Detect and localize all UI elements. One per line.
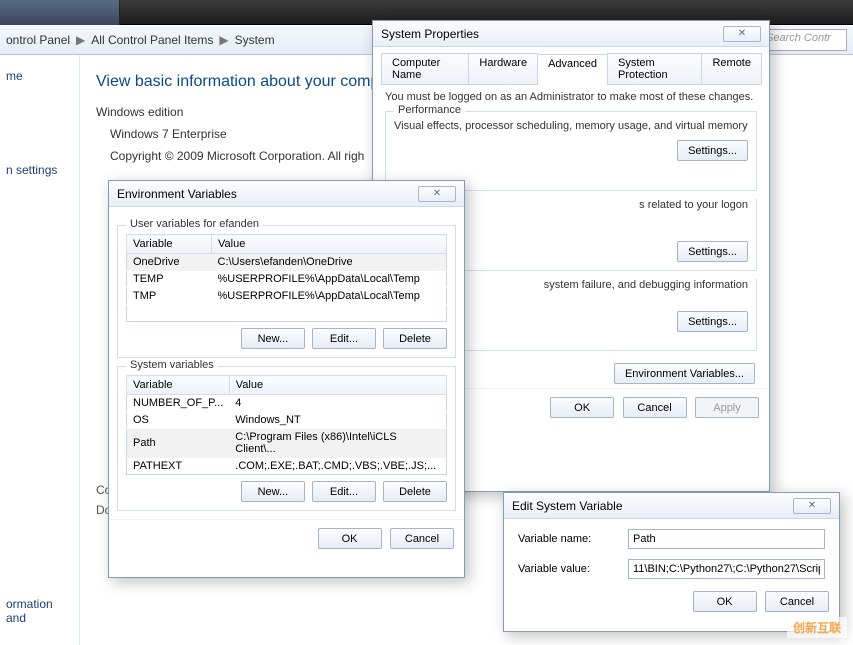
search-input[interactable]: Search Contr: [759, 29, 847, 51]
close-icon[interactable]: ✕: [418, 186, 456, 202]
titlebar[interactable]: Edit System Variable ✕: [504, 493, 839, 519]
table-row[interactable]: OSWindows_NT: [127, 412, 447, 429]
crumb-2: All Control Panel Items: [91, 33, 213, 47]
input-var-value[interactable]: [628, 559, 825, 579]
apply-button: Apply: [695, 397, 759, 418]
label-var-value: Variable value:: [518, 563, 628, 575]
titlebar[interactable]: System Properties ✕: [373, 21, 769, 47]
taskbar-tab[interactable]: [0, 0, 120, 25]
settings-button[interactable]: Settings...: [677, 140, 748, 161]
label-var-name: Variable name:: [518, 533, 628, 545]
edit-button[interactable]: Edit...: [312, 328, 376, 349]
crumb-1: ontrol Panel: [6, 33, 70, 47]
dialog-title: Edit System Variable: [512, 499, 623, 513]
settings-button[interactable]: Settings...: [677, 241, 748, 262]
tab-advanced[interactable]: Advanced: [537, 54, 608, 85]
table-row[interactable]: PathC:\Program Files (x86)\Intel\iCLS Cl…: [127, 429, 447, 458]
leftnav-item[interactable]: ormation and: [6, 597, 73, 625]
delete-button[interactable]: Delete: [383, 481, 447, 502]
ok-button[interactable]: OK: [550, 397, 614, 418]
titlebar[interactable]: Environment Variables ✕: [109, 181, 464, 207]
ok-button[interactable]: OK: [318, 528, 382, 549]
env-vars-button[interactable]: Environment Variables...: [614, 363, 755, 384]
delete-button[interactable]: Delete: [383, 328, 447, 349]
ok-button[interactable]: OK: [693, 591, 757, 612]
crumb-3: System: [235, 33, 275, 47]
left-nav: me n settings ormation and: [0, 55, 80, 645]
settings-button[interactable]: Settings...: [677, 311, 748, 332]
edit-button[interactable]: Edit...: [312, 481, 376, 502]
close-icon[interactable]: ✕: [793, 498, 831, 514]
leftnav-item[interactable]: me: [6, 69, 73, 83]
dialog-edit-system-variable: Edit System Variable ✕ Variable name: Va…: [503, 492, 840, 632]
tabs: Computer Name Hardware Advanced System P…: [381, 53, 761, 85]
close-icon[interactable]: ✕: [723, 26, 761, 42]
group-legend: User variables for efanden: [126, 218, 263, 230]
cancel-button[interactable]: Cancel: [765, 591, 829, 612]
dialog-environment-variables: Environment Variables ✕ User variables f…: [108, 180, 465, 578]
table-row[interactable]: PATHEXT.COM;.EXE;.BAT;.CMD;.VBS;.VBE;.JS…: [127, 458, 447, 475]
new-button[interactable]: New...: [241, 328, 305, 349]
cancel-button[interactable]: Cancel: [623, 397, 687, 418]
dialog-title: System Properties: [381, 27, 479, 41]
tab-hardware[interactable]: Hardware: [468, 53, 538, 84]
table-row[interactable]: NUMBER_OF_P...4: [127, 395, 447, 412]
col-variable[interactable]: Variable: [127, 376, 230, 395]
perf-text: Visual effects, processor scheduling, me…: [394, 120, 748, 132]
cancel-button[interactable]: Cancel: [390, 528, 454, 549]
input-var-name[interactable]: [628, 529, 825, 549]
new-button[interactable]: New...: [241, 481, 305, 502]
breadcrumb[interactable]: ontrol Panel▶ All Control Panel Items▶ S…: [6, 33, 275, 47]
col-value[interactable]: Value: [212, 235, 447, 254]
watermark: 创新互联: [787, 617, 847, 638]
system-vars-table[interactable]: VariableValue NUMBER_OF_P...4 OSWindows_…: [126, 375, 447, 475]
user-vars-table[interactable]: VariableValue OneDriveC:\Users\efanden\O…: [126, 234, 447, 322]
group-legend: Performance: [394, 104, 465, 116]
table-row[interactable]: OneDriveC:\Users\efanden\OneDrive: [127, 254, 447, 271]
col-value[interactable]: Value: [229, 376, 446, 395]
group-legend: System variables: [126, 359, 218, 371]
table-row[interactable]: TEMP%USERPROFILE%\AppData\Local\Temp: [127, 271, 447, 288]
tab-computer-name[interactable]: Computer Name: [381, 53, 469, 84]
tab-remote[interactable]: Remote: [701, 53, 762, 84]
dialog-title: Environment Variables: [117, 187, 237, 201]
admin-note: You must be logged on as an Administrato…: [373, 85, 769, 103]
tab-system-protection[interactable]: System Protection: [607, 53, 702, 84]
table-row[interactable]: TMP%USERPROFILE%\AppData\Local\Temp: [127, 288, 447, 305]
leftnav-item[interactable]: n settings: [6, 163, 73, 177]
col-variable[interactable]: Variable: [127, 235, 212, 254]
